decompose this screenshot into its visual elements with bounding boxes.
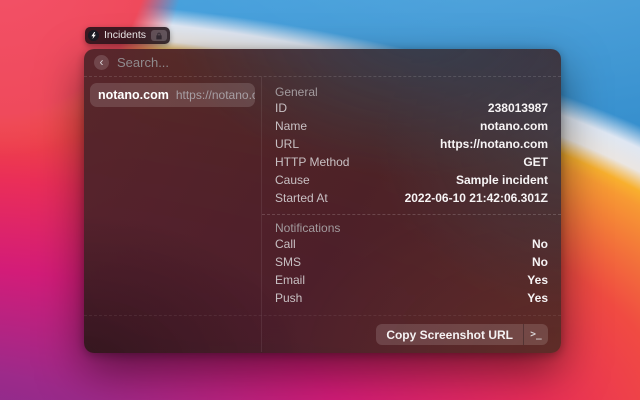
- field-label: HTTP Method: [275, 155, 349, 169]
- search-input[interactable]: [117, 55, 551, 70]
- detail-row-name: Name notano.com: [275, 119, 548, 137]
- field-label: SMS: [275, 255, 301, 269]
- field-value: Yes: [527, 273, 548, 287]
- monitor-url: https://notano.com: [176, 88, 255, 102]
- field-value: 238013987: [488, 101, 548, 115]
- search-bar: ‹: [84, 49, 561, 77]
- detail-row-url: URL https://notano.com: [275, 137, 548, 155]
- copy-button-label: Copy Screenshot URL: [376, 324, 523, 345]
- window-body: notano.com https://notano.com General ID…: [84, 77, 561, 352]
- field-label: Started At: [275, 191, 328, 205]
- field-label: ID: [275, 101, 287, 115]
- incidents-pill[interactable]: Incidents: [85, 27, 170, 44]
- action-footer: Copy Screenshot URL >_: [84, 315, 561, 353]
- detail-row-call: Call No: [275, 237, 548, 255]
- section-title-general: General: [275, 83, 548, 101]
- lock-icon[interactable]: [151, 30, 167, 41]
- list-item-notano[interactable]: notano.com https://notano.com: [90, 83, 255, 107]
- field-value: 2022-06-10 21:42:06.301Z: [405, 191, 548, 205]
- chevron-left-icon: ‹: [100, 56, 104, 68]
- detail-row-started-at: Started At 2022-06-10 21:42:06.301Z: [275, 191, 548, 209]
- field-value: GET: [523, 155, 548, 169]
- back-button[interactable]: ‹: [94, 55, 109, 70]
- field-value: Yes: [527, 291, 548, 305]
- field-label: URL: [275, 137, 299, 151]
- detail-panel: General ID 238013987 Name notano.com URL…: [262, 77, 561, 352]
- field-value: https://notano.com: [440, 137, 548, 151]
- sidebar: notano.com https://notano.com: [84, 77, 262, 352]
- field-label: Email: [275, 273, 305, 287]
- app-window: ‹ notano.com https://notano.com General …: [84, 49, 561, 353]
- field-value: No: [532, 237, 548, 251]
- field-label: Cause: [275, 173, 310, 187]
- detail-row-email: Email Yes: [275, 273, 548, 291]
- copy-screenshot-url-button[interactable]: Copy Screenshot URL >_: [376, 324, 548, 345]
- detail-row-push: Push Yes: [275, 291, 548, 309]
- field-label: Call: [275, 237, 296, 251]
- incidents-pill-label: Incidents: [104, 27, 146, 44]
- section-divider: [262, 214, 561, 215]
- field-label: Name: [275, 119, 307, 133]
- field-label: Push: [275, 291, 302, 305]
- terminal-prompt-icon: >_: [523, 324, 548, 345]
- field-value: No: [532, 255, 548, 269]
- field-value: notano.com: [480, 119, 548, 133]
- detail-row-cause: Cause Sample incident: [275, 173, 548, 191]
- section-title-notifications: Notifications: [275, 219, 548, 237]
- detail-row-sms: SMS No: [275, 255, 548, 273]
- detail-row-http-method: HTTP Method GET: [275, 155, 548, 173]
- monitor-name: notano.com: [98, 88, 169, 102]
- detail-row-id: ID 238013987: [275, 101, 548, 119]
- bolt-icon: [88, 30, 99, 41]
- field-value: Sample incident: [456, 173, 548, 187]
